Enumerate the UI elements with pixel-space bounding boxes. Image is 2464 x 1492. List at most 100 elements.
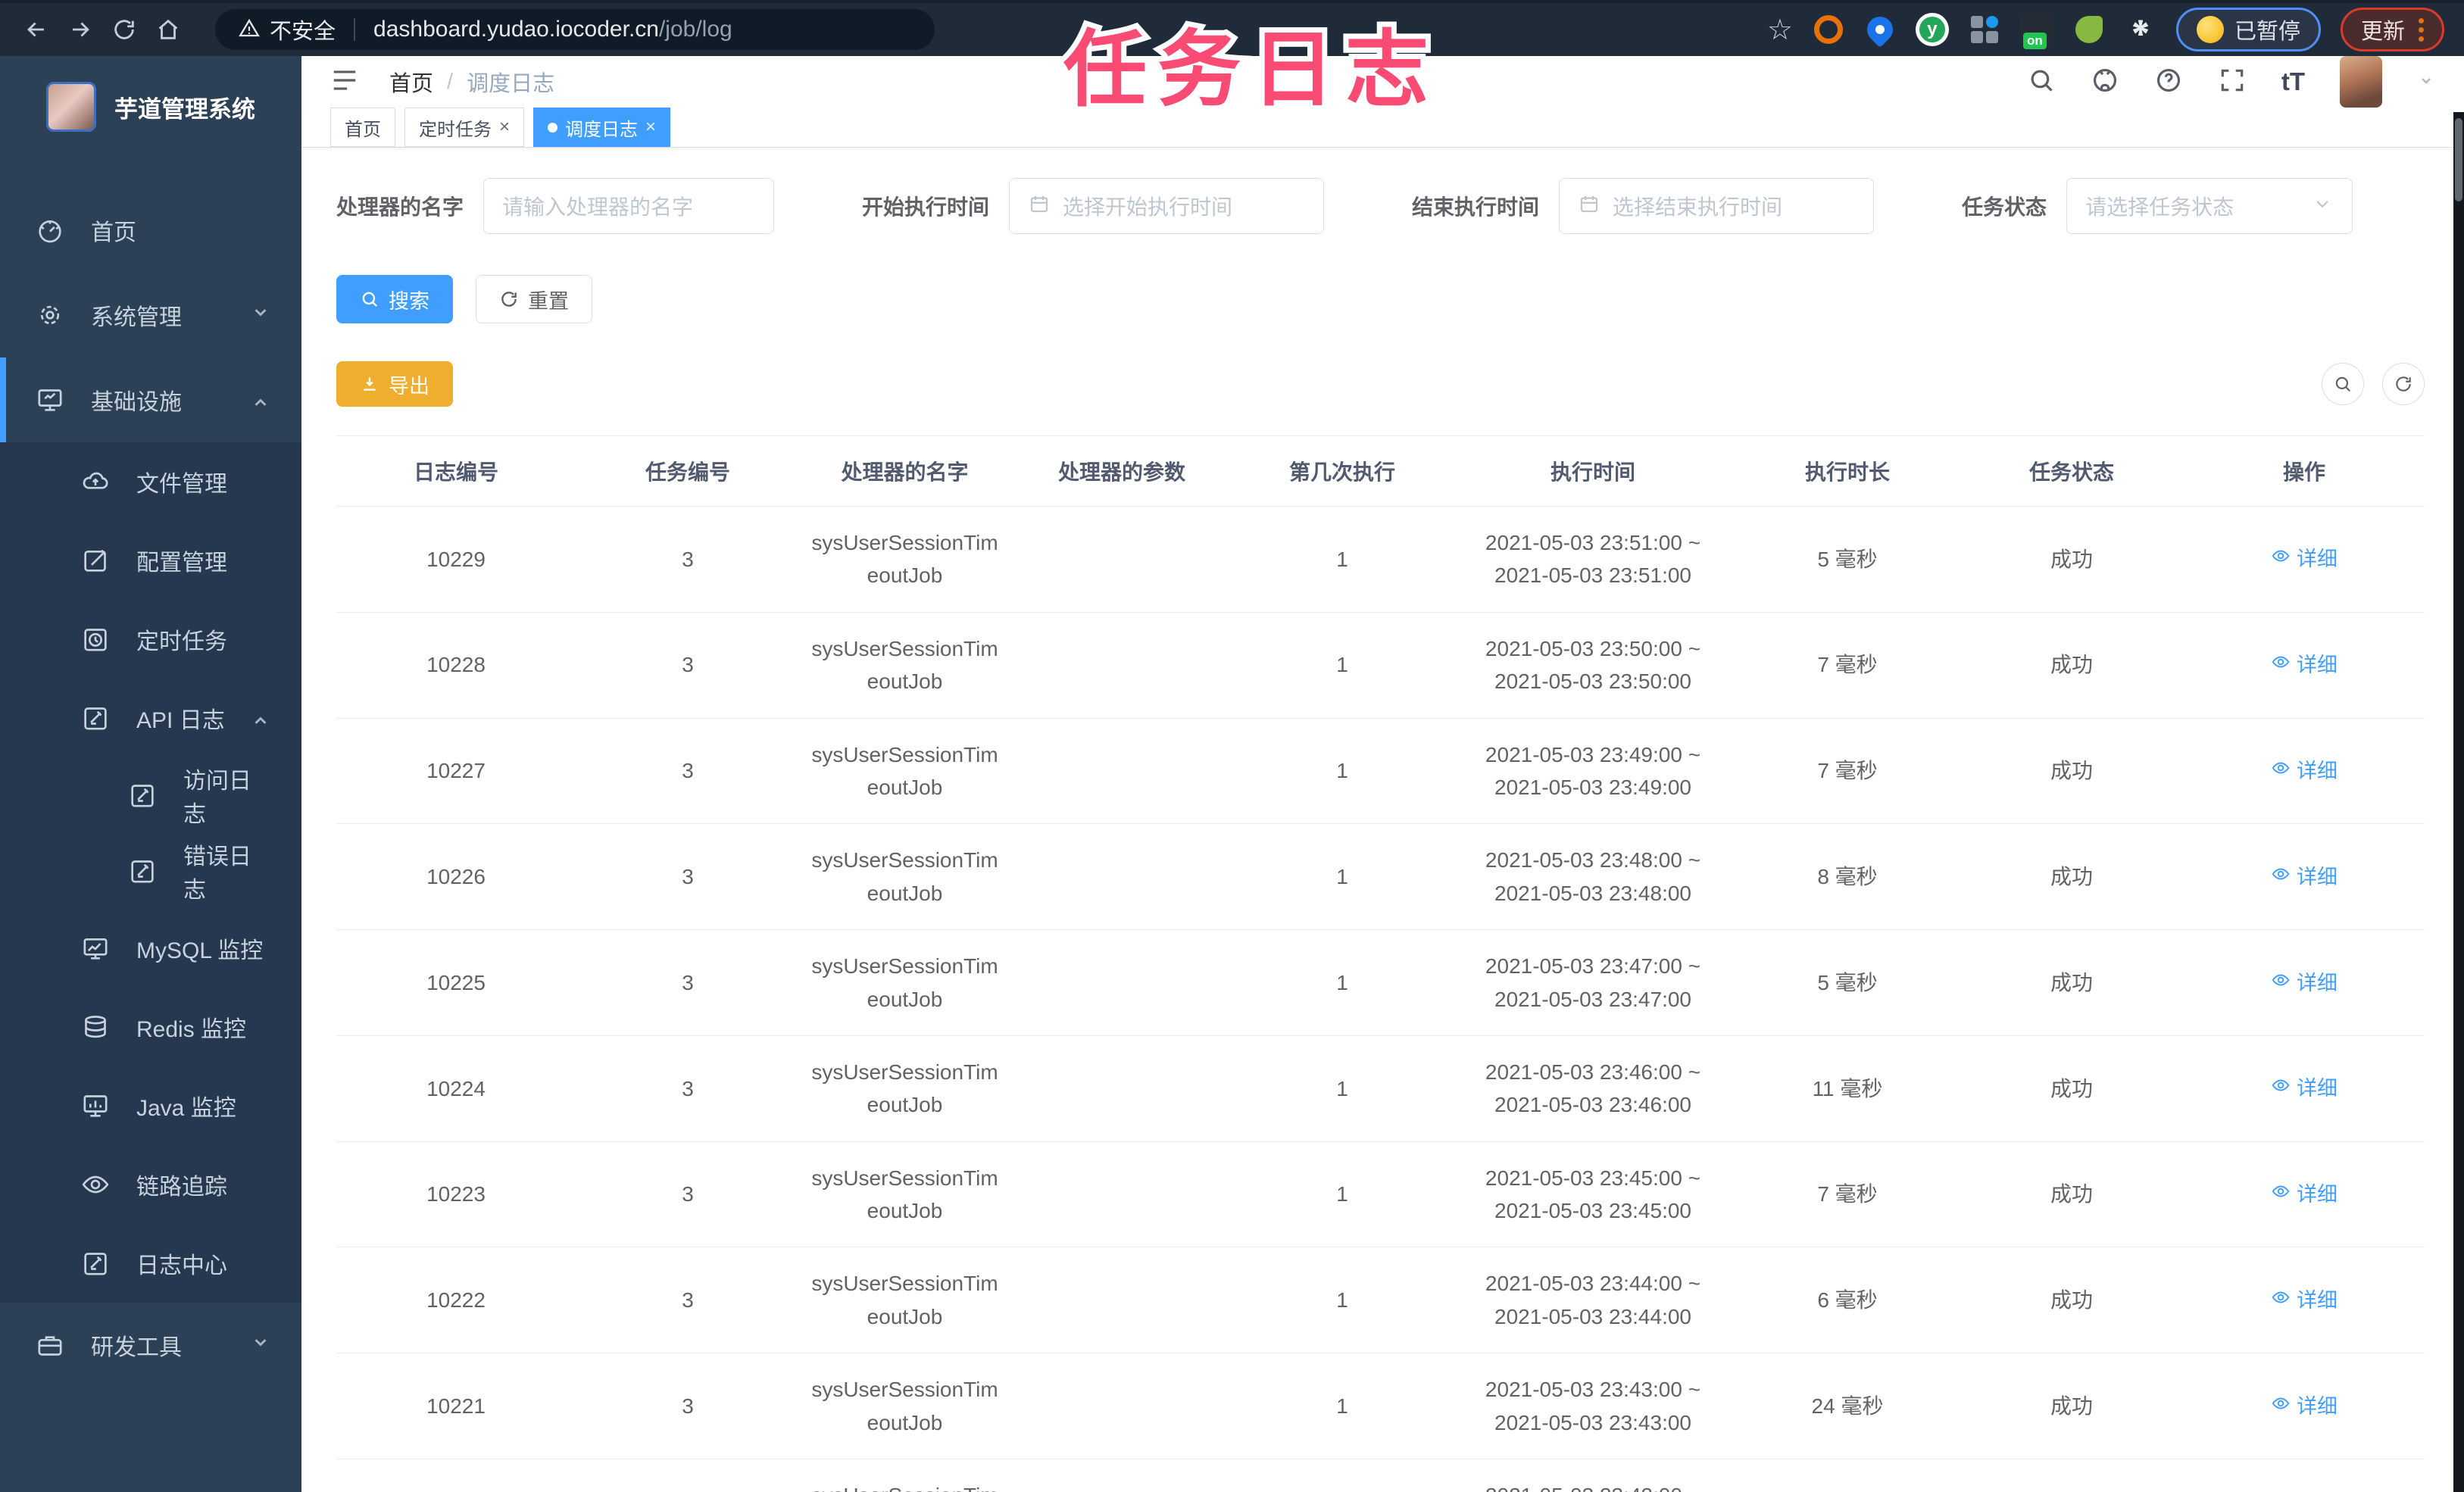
back-icon[interactable] xyxy=(20,13,53,46)
sidebar-item-redis-监控[interactable]: Redis 监控 xyxy=(0,988,301,1066)
extension-pin-icon[interactable] xyxy=(1861,11,1899,48)
cell-status: 成功 xyxy=(1960,506,2184,613)
tab-label: 定时任务 xyxy=(419,119,492,140)
view-eye-icon xyxy=(2271,862,2291,894)
sidebar-item-访问日志[interactable]: 访问日志 xyxy=(0,757,301,833)
cell-handler-param xyxy=(1010,506,1234,613)
edit-icon xyxy=(80,545,111,576)
table-row: 10224 3 sysUserSessionTimeoutJob 1 2021-05-0… xyxy=(336,1035,2425,1142)
sidebar-item-基础设施[interactable]: 基础设施 xyxy=(0,357,301,442)
detail-link[interactable]: 详细 xyxy=(2271,650,2338,682)
cell-job-id: 3 xyxy=(576,718,800,825)
app-logo-row[interactable]: 芋道管理系统 xyxy=(0,56,301,139)
view-eye-icon xyxy=(2271,756,2291,788)
github-icon[interactable] xyxy=(2091,66,2119,98)
cell-actions: 详细 xyxy=(2184,1247,2425,1354)
font-size-icon[interactable]: tT xyxy=(2281,67,2305,96)
bookmark-star-icon[interactable]: ☆ xyxy=(1767,13,1793,47)
update-button[interactable]: 更新 xyxy=(2340,8,2444,52)
extension-orange-icon[interactable] xyxy=(1813,14,1844,45)
filter-label: 处理器的名字 xyxy=(336,195,464,219)
scrollbar-track[interactable] xyxy=(2453,112,2464,1492)
detail-link[interactable]: 详细 xyxy=(2271,1179,2338,1211)
date-input[interactable]: 选择开始执行时间 xyxy=(1009,178,1325,234)
address-bar[interactable]: 不安全 dashboard.yudao.iocoder.cn/job/log xyxy=(215,9,935,50)
cell-status: 成功 xyxy=(1960,1353,2184,1460)
column-header-执行时间: 执行时间 xyxy=(1451,435,1735,507)
header-search-icon[interactable] xyxy=(2027,66,2056,98)
extension-green-icon[interactable]: y xyxy=(1915,13,1949,46)
fullscreen-icon[interactable] xyxy=(2218,66,2247,98)
detail-link[interactable]: 详细 xyxy=(2271,544,2338,576)
cell-actions: 详细 xyxy=(2184,612,2425,719)
extensions-menu-icon[interactable]: 🞸 xyxy=(2125,14,2156,45)
search-button[interactable]: 搜索 xyxy=(336,275,453,323)
cell-status: 成功 xyxy=(1960,718,2184,825)
close-icon[interactable]: × xyxy=(499,118,510,136)
tab-定时任务[interactable]: 定时任务 × xyxy=(404,108,525,147)
sidebar-item-系统管理[interactable]: 系统管理 xyxy=(0,273,301,357)
cell-handler-name: sysUserSessionTimeoutJob xyxy=(800,1035,1010,1142)
home-icon[interactable] xyxy=(151,13,185,46)
close-icon[interactable]: × xyxy=(645,118,656,136)
tab-调度日志[interactable]: 调度日志 × xyxy=(533,108,671,147)
timer-icon xyxy=(80,624,111,654)
cell-handler-name: sysUserSessionTimeoutJob xyxy=(800,1459,1010,1492)
cell-duration: 8 毫秒 xyxy=(1735,823,1960,931)
tab-首页[interactable]: 首页 xyxy=(330,108,395,147)
sidebar-item-配置管理[interactable]: 配置管理 xyxy=(0,521,301,600)
hamburger-icon[interactable] xyxy=(330,66,359,98)
status-select[interactable]: 请选择任务状态 xyxy=(2066,178,2353,234)
date-input[interactable]: 选择结束执行时间 xyxy=(1559,178,1875,234)
sidebar-item-错误日志[interactable]: 错误日志 xyxy=(0,833,301,909)
cell-log-id: 10224 xyxy=(336,1035,576,1142)
detail-link[interactable]: 详细 xyxy=(2271,1391,2338,1423)
sidebar-item-首页[interactable]: 首页 xyxy=(0,188,301,273)
sidebar-item-研发工具[interactable]: 研发工具 xyxy=(0,1303,301,1387)
reset-button[interactable]: 重置 xyxy=(476,275,592,323)
detail-link[interactable]: 详细 xyxy=(2271,1285,2338,1317)
sidebar-item-文件管理[interactable]: 文件管理 xyxy=(0,442,301,521)
sidebar-item-api-日志[interactable]: API 日志 xyxy=(0,679,301,757)
cell-execute-index: 1 xyxy=(1234,506,1451,613)
cell-execute-index: 1 xyxy=(1234,612,1451,719)
export-button[interactable]: 导出 xyxy=(336,361,453,407)
forward-icon[interactable] xyxy=(64,13,97,46)
extension-on-icon[interactable]: on xyxy=(2019,14,2053,49)
detail-link[interactable]: 详细 xyxy=(2271,968,2338,1000)
tab-label: 调度日志 xyxy=(565,119,639,140)
sidebar-item-label: 定时任务 xyxy=(136,629,227,654)
column-header-第几次执行: 第几次执行 xyxy=(1234,435,1451,507)
sidebar-item-java-监控[interactable]: Java 监控 xyxy=(0,1066,301,1145)
docs-help-icon[interactable] xyxy=(2154,66,2183,98)
calendar-icon xyxy=(1028,192,1051,220)
sidebar-item-链路追踪[interactable]: 链路追踪 xyxy=(0,1145,301,1224)
chevron-down-icon[interactable] xyxy=(2417,71,2435,93)
browser-menu-icon[interactable] xyxy=(2419,17,2424,42)
breadcrumb-home[interactable]: 首页 xyxy=(389,66,433,98)
cell-execute-index: 1 xyxy=(1234,718,1451,825)
cell-duration: 5 毫秒 xyxy=(1735,929,1960,1036)
briefcase-icon xyxy=(35,1330,65,1360)
reload-icon[interactable] xyxy=(108,13,141,46)
user-avatar[interactable] xyxy=(2340,56,2382,108)
cell-handler-name: sysUserSessionTimeoutJob xyxy=(800,823,1010,931)
toggle-search-button[interactable] xyxy=(2322,363,2364,405)
refresh-table-button[interactable] xyxy=(2382,363,2425,405)
extension-leaf-icon[interactable] xyxy=(2073,14,2105,45)
cell-handler-name: sysUserSessionTimeoutJob xyxy=(800,612,1010,719)
scrollbar-thumb[interactable] xyxy=(2455,118,2462,201)
sidebar-item-mysql-监控[interactable]: MySQL 监控 xyxy=(0,909,301,988)
detail-link[interactable]: 详细 xyxy=(2271,1073,2338,1105)
app-title: 芋道管理系统 xyxy=(114,95,255,123)
cell-log-id: 10220 xyxy=(336,1459,576,1492)
detail-link[interactable]: 详细 xyxy=(2271,756,2338,788)
table-row: 10229 3 sysUserSessionTimeoutJob 1 2021-05-0… xyxy=(336,506,2425,613)
detail-link[interactable]: 详细 xyxy=(2271,862,2338,894)
text-input[interactable]: 请输入处理器的名字 xyxy=(483,178,775,234)
cell-status: 成功 xyxy=(1960,1459,2184,1492)
sidebar-item-日志中心[interactable]: 日志中心 xyxy=(0,1224,301,1303)
sidebar-item-定时任务[interactable]: 定时任务 xyxy=(0,600,301,679)
paused-pill[interactable]: 已暂停 xyxy=(2175,8,2321,52)
extension-grid-icon[interactable] xyxy=(1969,14,2000,45)
